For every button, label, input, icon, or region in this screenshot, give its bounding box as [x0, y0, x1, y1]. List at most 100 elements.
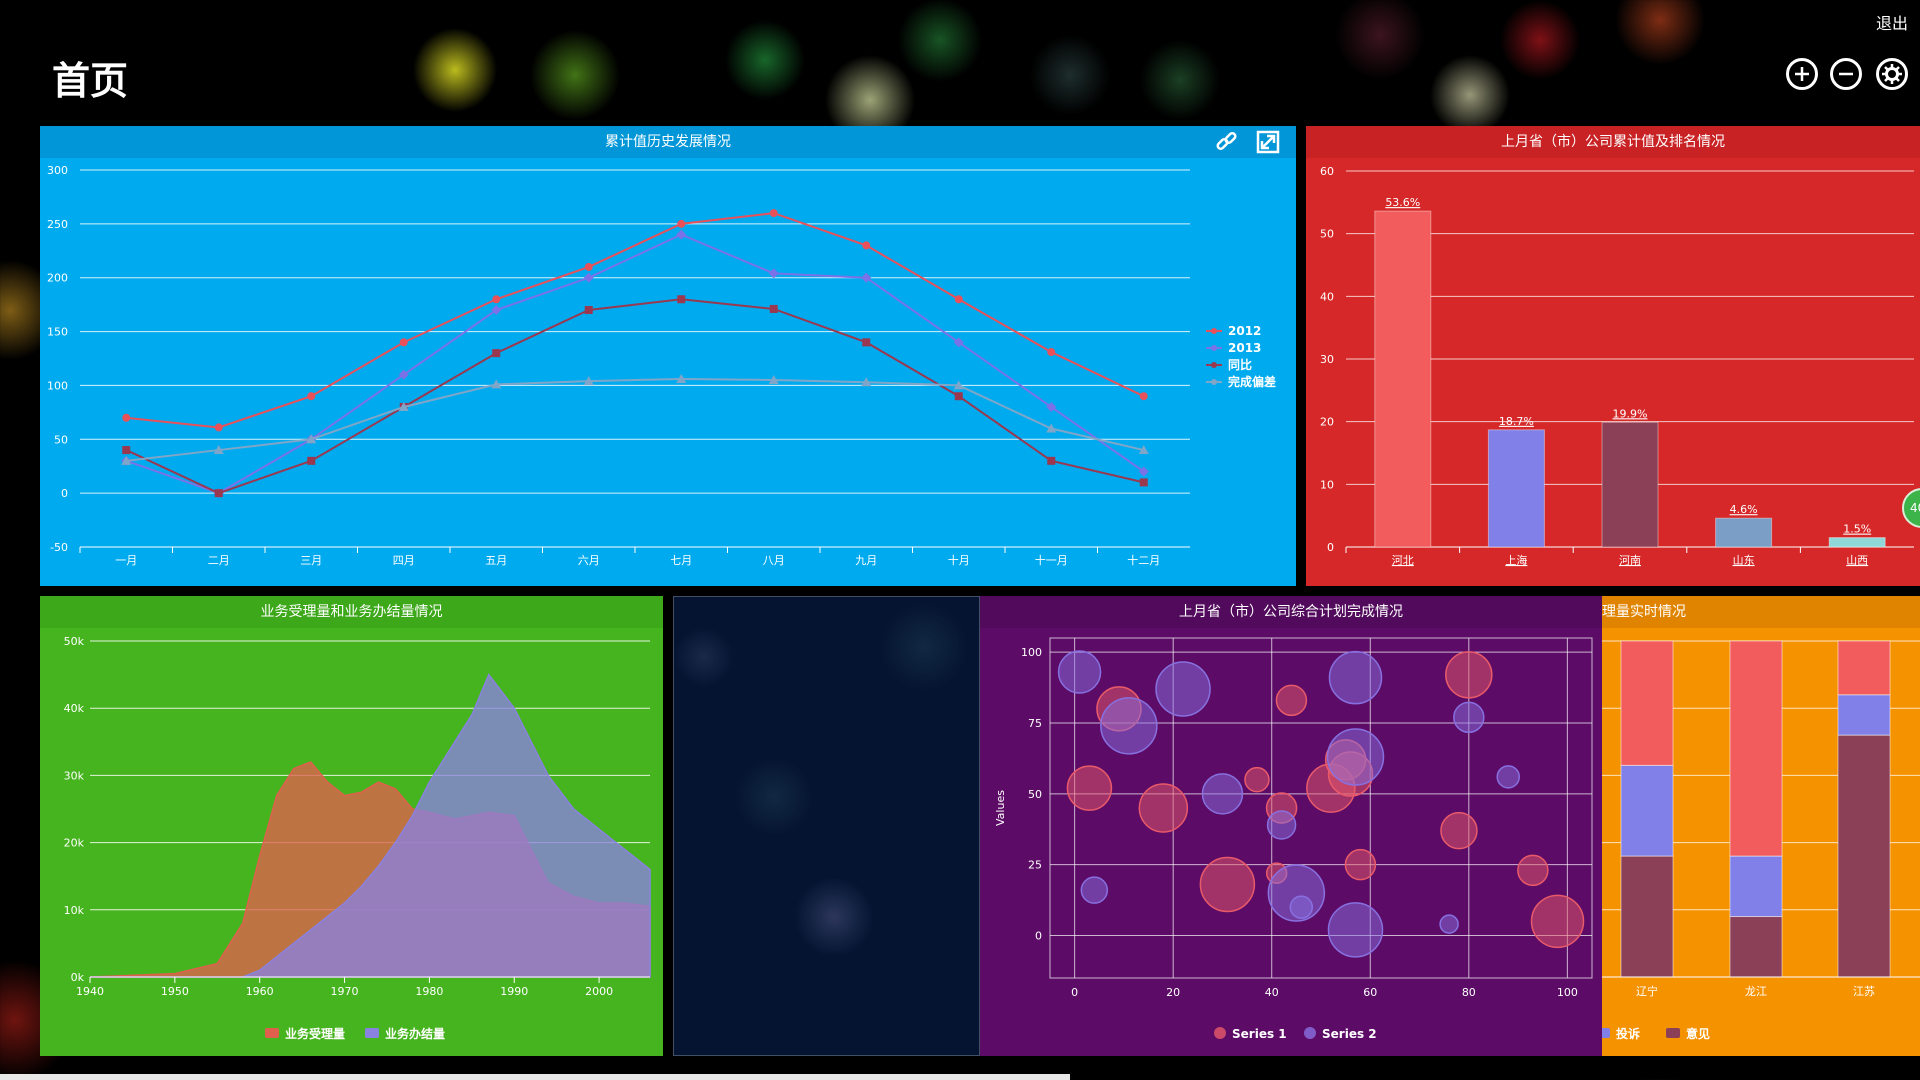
x-tick-label: 六月 [578, 554, 600, 567]
zoom-in-button[interactable] [1786, 58, 1818, 90]
data-point [677, 219, 686, 228]
bubble [1100, 697, 1158, 755]
zoom-out-button[interactable] [1830, 58, 1862, 90]
data-label: 18.7% [1499, 415, 1534, 428]
data-point [122, 413, 131, 422]
data-point [862, 338, 871, 347]
data-point [677, 295, 686, 304]
y-tick-label: 60 [1320, 165, 1334, 178]
realtime-panel: 理量实时情况 辽宁 龙江 江苏 投诉 意见 [1602, 596, 1920, 1056]
history-line-chart: -50 0 50 100 150 200 250 300 一月 二月 三月 四月 五月 六月 七月 八月 九月 十… [47, 164, 1276, 567]
bubble [1275, 684, 1308, 717]
legend-swatch [1214, 1027, 1226, 1039]
x-tick-label: 40 [1265, 986, 1279, 999]
bubble [1453, 701, 1485, 734]
y-tick-label: 30k [64, 769, 85, 782]
legend-label: 意见 [1686, 1026, 1710, 1041]
x-tick-label: 九月 [855, 554, 877, 567]
bubble [1327, 902, 1384, 958]
bar-segment [1729, 855, 1783, 918]
x-tick-label: 八月 [763, 554, 785, 567]
x-tick-label: 100 [1557, 986, 1578, 999]
legend-label: 同比 [1228, 357, 1252, 372]
x-tick-label: 三月 [300, 554, 322, 567]
y-tick-label: 100 [47, 379, 68, 392]
bubble [1439, 914, 1459, 934]
legend-marker [1211, 379, 1217, 385]
x-tick-label: 20 [1166, 986, 1180, 999]
legend-label: 2012 [1228, 324, 1261, 338]
x-tick-label: 80 [1462, 986, 1476, 999]
x-tick-label: 十一月 [1035, 553, 1068, 567]
x-tick-label: 2000 [585, 985, 613, 998]
bubble [1244, 766, 1270, 793]
legend-swatch [1666, 1028, 1680, 1038]
x-tick-label: 五月 [485, 554, 507, 567]
ranking-panel: 上月省（市）公司累计值及排名情况 0 10 20 30 40 50 60 53.6% 河北 18.… [1306, 126, 1920, 586]
bubble [1057, 650, 1102, 694]
bubble [1289, 895, 1314, 919]
y-tick-label: 150 [47, 326, 68, 339]
data-point [584, 262, 593, 271]
bubble [1080, 876, 1109, 904]
y-tick-label: 200 [47, 272, 68, 285]
bubble [1517, 854, 1549, 887]
x-tick-label: 0 [1071, 986, 1078, 999]
bar-segment [1837, 640, 1891, 696]
y-tick-label: 50 [1320, 228, 1334, 241]
y-tick-label: -50 [50, 541, 68, 554]
legend-marker [1211, 328, 1217, 334]
y-tick-label: 75 [1028, 717, 1042, 730]
bar-segment [1837, 694, 1891, 736]
data-point [768, 268, 779, 279]
data-point [583, 272, 594, 283]
bubble [1199, 856, 1256, 913]
bubble [1328, 650, 1383, 705]
data-point [492, 295, 501, 304]
legend-marker [1211, 345, 1217, 351]
bar-segment [1620, 855, 1674, 978]
x-tick-label: 山西 [1846, 554, 1868, 567]
data-point [1047, 348, 1056, 357]
legend-swatch [1602, 1028, 1610, 1038]
settings-button[interactable] [1876, 58, 1908, 90]
legend-label: 2013 [1228, 341, 1261, 355]
x-tick-label: 河北 [1392, 554, 1414, 567]
y-tick-label: 20k [64, 837, 85, 850]
y-tick-label: 300 [47, 164, 68, 177]
bubble [1201, 773, 1244, 815]
y-tick-label: 250 [47, 218, 68, 231]
x-tick-label: 七月 [670, 554, 692, 567]
logout-link[interactable]: 退出 [1876, 10, 1908, 34]
bar-segment [1729, 916, 1783, 978]
x-tick-label: 60 [1363, 986, 1377, 999]
bar [1487, 429, 1545, 548]
bar-segment [1620, 640, 1674, 766]
x-tick-label: 四月 [393, 554, 415, 567]
zoom-in-icon [1795, 67, 1809, 81]
bottom-strip [0, 1074, 1070, 1080]
data-point [954, 295, 963, 304]
data-point [307, 456, 316, 465]
bar-segment [1620, 764, 1674, 857]
y-tick-label: 10 [1320, 478, 1334, 491]
data-point [954, 392, 963, 401]
bubble [1326, 728, 1385, 786]
data-point [769, 209, 778, 218]
bubble [1440, 811, 1478, 850]
legend-label: Series 2 [1322, 1027, 1377, 1041]
page-title: 首页 [52, 59, 129, 103]
legend-swatch [365, 1028, 379, 1038]
legend-swatch [1304, 1027, 1316, 1039]
data-point [1139, 392, 1148, 401]
bubble [1066, 765, 1113, 811]
legend-label: Series 1 [1232, 1027, 1287, 1041]
bar [1715, 517, 1773, 548]
data-point [676, 229, 687, 240]
x-tick-label: 十月 [948, 553, 970, 567]
bar [1374, 210, 1432, 548]
x-tick-label: 十二月 [1127, 553, 1160, 567]
series-line [125, 298, 1144, 495]
data-point [769, 304, 778, 313]
y-tick-label: 50k [64, 635, 85, 648]
